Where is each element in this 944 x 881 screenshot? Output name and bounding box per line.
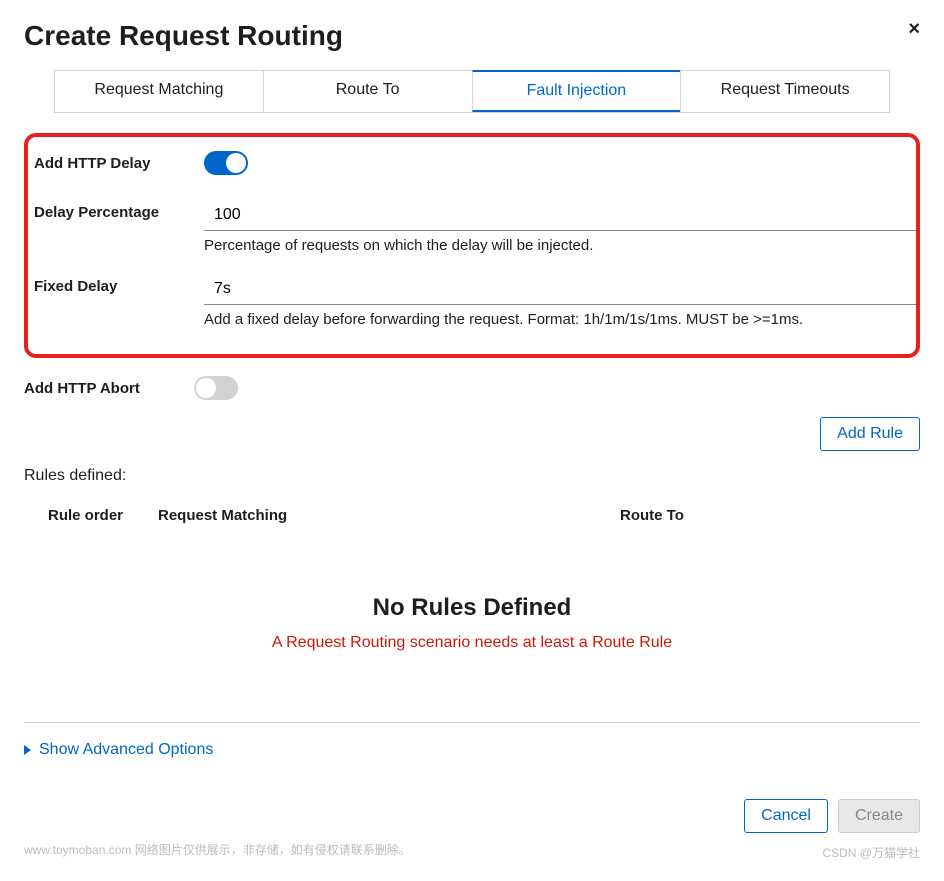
add-rule-button[interactable]: Add Rule: [820, 417, 920, 451]
delay-percentage-label: Delay Percentage: [34, 200, 204, 221]
http-delay-toggle[interactable]: [204, 151, 248, 175]
fixed-delay-input[interactable]: [204, 274, 916, 305]
rules-section-title: Rules defined:: [24, 467, 920, 485]
close-icon[interactable]: ×: [908, 18, 920, 41]
empty-state-title: No Rules Defined: [24, 594, 920, 622]
dialog-title: Create Request Routing: [24, 20, 920, 52]
http-abort-row: Add HTTP Abort: [24, 376, 920, 405]
advanced-options-label: Show Advanced Options: [39, 741, 213, 759]
http-delay-label: Add HTTP Delay: [34, 151, 204, 172]
http-delay-row: Add HTTP Delay: [34, 151, 916, 180]
highlight-annotation-box: Add HTTP Delay Delay Percentage Percenta…: [24, 133, 920, 358]
show-advanced-options[interactable]: Show Advanced Options: [24, 741, 920, 759]
col-rule-order: Rule order: [48, 507, 158, 524]
fixed-delay-label: Fixed Delay: [34, 274, 204, 295]
http-abort-label: Add HTTP Abort: [24, 376, 194, 397]
col-request-matching: Request Matching: [158, 507, 620, 524]
divider: [24, 722, 920, 723]
delay-percentage-row: Delay Percentage Percentage of requests …: [34, 200, 916, 254]
dialog-root: × Create Request Routing Request Matchin…: [0, 0, 944, 881]
tab-request-timeouts[interactable]: Request Timeouts: [680, 70, 890, 112]
fixed-delay-help: Add a fixed delay before forwarding the …: [204, 311, 916, 328]
delay-percentage-help: Percentage of requests on which the dela…: [204, 237, 916, 254]
empty-state-message: A Request Routing scenario needs at leas…: [24, 634, 920, 652]
tab-fault-injection[interactable]: Fault Injection: [472, 70, 681, 112]
chevron-right-icon: [24, 745, 31, 755]
add-rule-row: Add Rule: [24, 417, 920, 451]
col-route-to: Route To: [620, 507, 920, 524]
cancel-button[interactable]: Cancel: [744, 799, 828, 833]
tab-bar: Request Matching Route To Fault Injectio…: [54, 70, 890, 113]
footer-buttons: Cancel Create: [24, 799, 920, 833]
rules-table-header: Rule order Request Matching Route To: [24, 501, 920, 534]
tab-request-matching[interactable]: Request Matching: [54, 70, 263, 112]
tab-route-to[interactable]: Route To: [263, 70, 472, 112]
create-button[interactable]: Create: [838, 799, 920, 833]
rules-empty-state: No Rules Defined A Request Routing scena…: [24, 534, 920, 692]
fixed-delay-row: Fixed Delay Add a fixed delay before for…: [34, 274, 916, 328]
delay-percentage-input[interactable]: [204, 200, 916, 231]
http-abort-toggle[interactable]: [194, 376, 238, 400]
